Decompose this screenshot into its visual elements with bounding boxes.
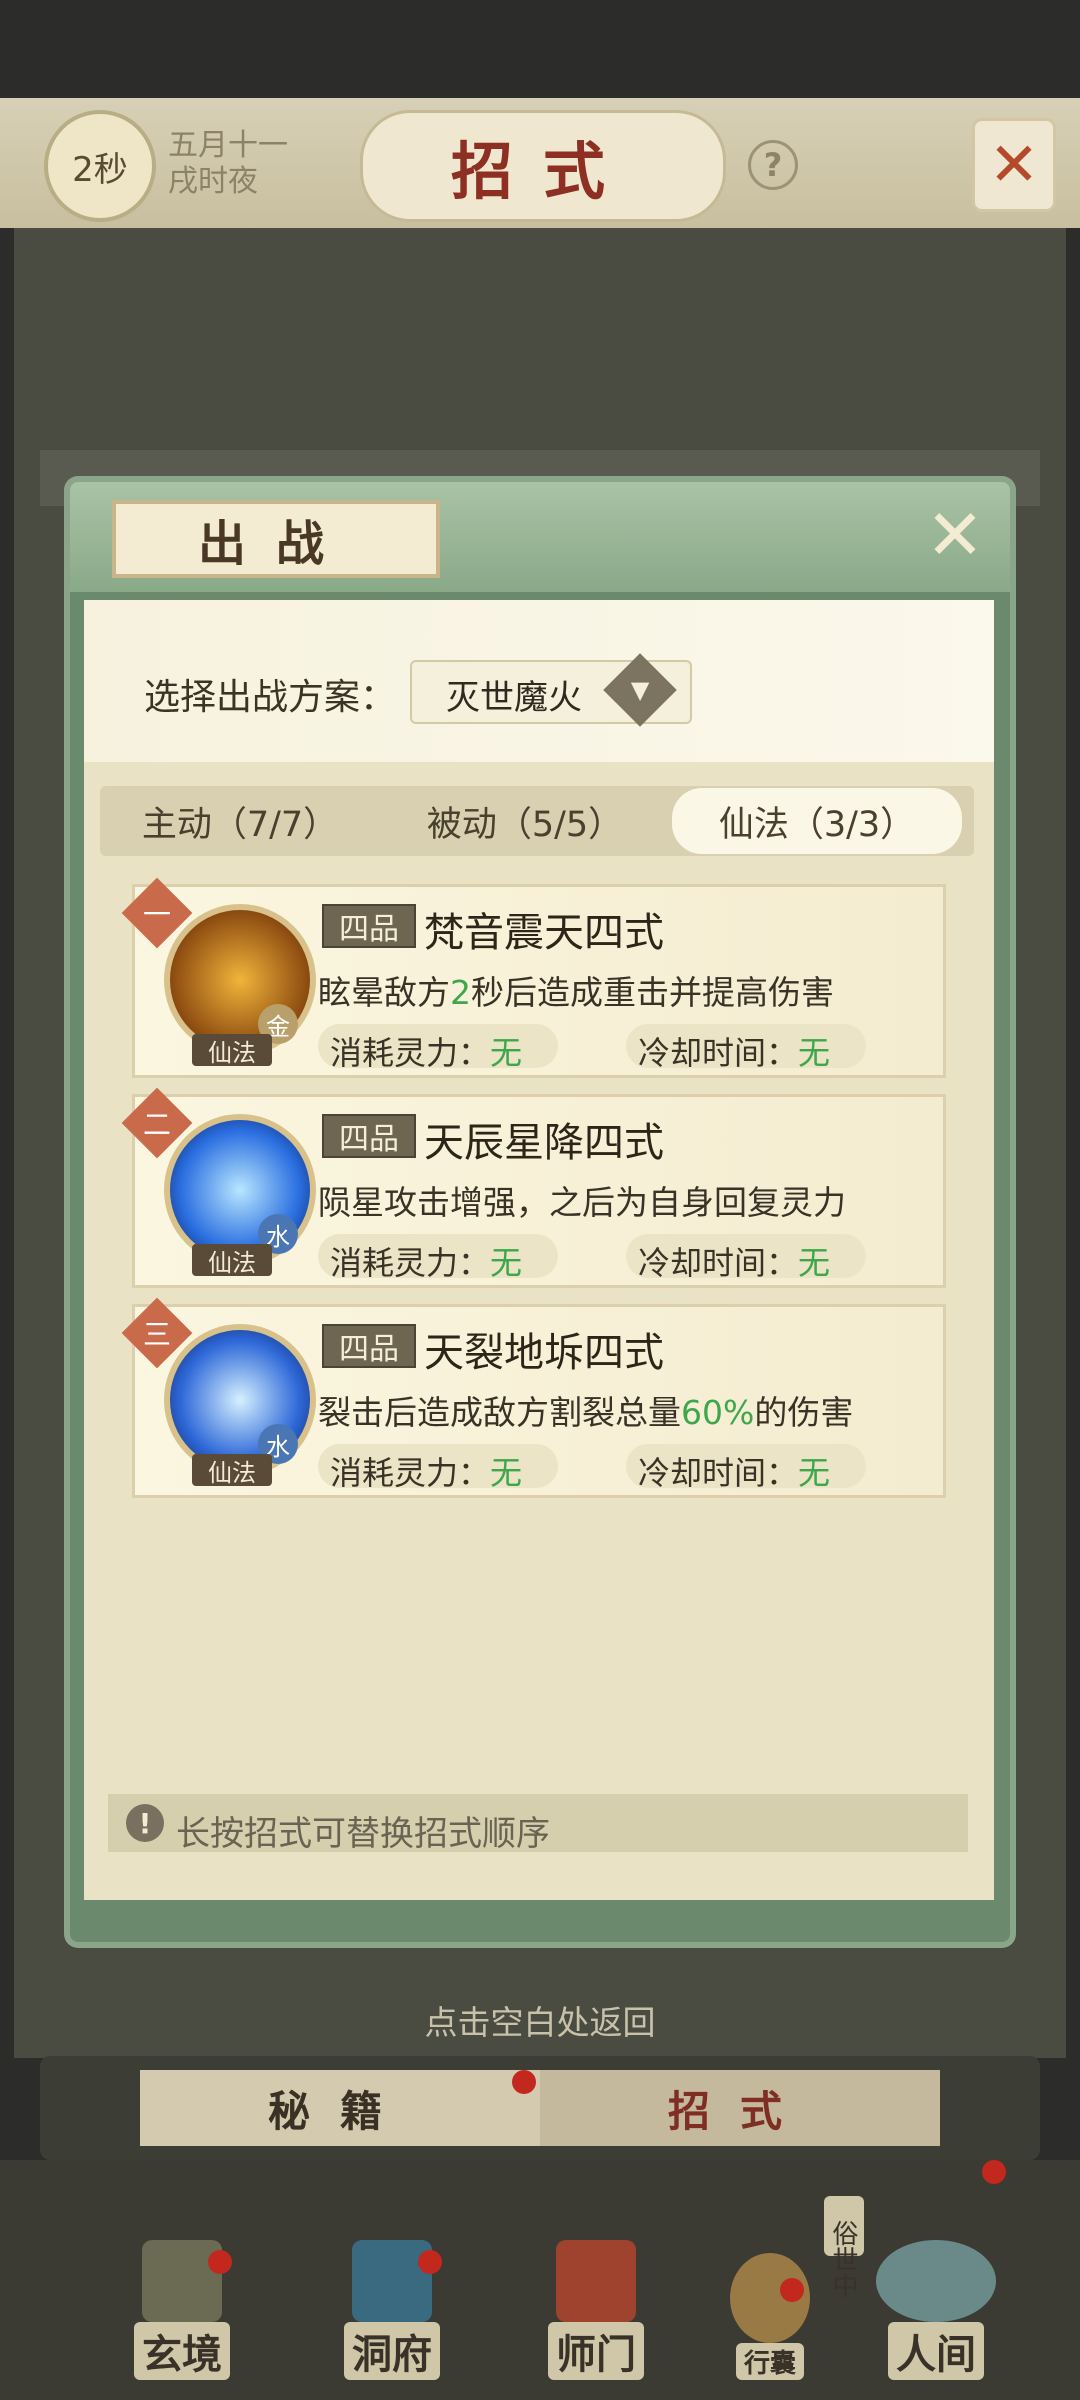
skill-name: 天裂地坼四式 [424,1330,664,1376]
skill-description: 裂击后造成敌方割裂总量60%的伤害 [318,1393,854,1432]
tip-text: 长按招式可替换招式顺序 [176,1814,550,1854]
cooldown-stat: 冷却时间：无 [638,1454,831,1492]
vertical-label: 俗世中 [828,2220,858,2298]
skill-description: 眩晕敌方2秒后造成重击并提高伤害 [318,973,834,1012]
tab-immortal-arts[interactable]: 仙法（3/3） [672,790,962,852]
nav-item-shimen[interactable]: 师门 [526,2240,666,2380]
notification-dot [780,2278,804,2302]
skill-grade: 四品 [322,904,416,948]
cooldown-stat: 冷却时间：无 [638,1244,831,1282]
cost-stat: 消耗灵力：无 [330,1454,523,1492]
modal-close-icon[interactable]: ✕ [920,494,990,576]
mountain-icon [876,2240,996,2322]
skill-name: 天辰星降四式 [424,1120,664,1166]
skill-name: 梵音震天四式 [424,910,664,956]
rank-number: 三 [142,1318,171,1351]
rank-number: 一 [142,898,171,931]
notification-dot [208,2250,232,2274]
page-title: 招式 [360,110,726,222]
plan-label: 选择出战方案： [144,677,397,718]
skill-type-tag: 仙法 [192,1454,272,1487]
skill-type-tag: 仙法 [192,1244,272,1277]
close-icon[interactable]: ✕ [972,118,1056,212]
cost-stat: 消耗灵力：无 [330,1034,523,1072]
notification-dot [512,2070,536,2094]
skill-description: 陨星攻击增强，之后为自身回复灵力 [318,1183,846,1222]
tab-active-skills[interactable]: 主动（7/7） [110,790,370,852]
skill-grade: 四品 [322,1114,416,1158]
nav-item-renjian[interactable]: 人间 [866,2240,1006,2380]
exclamation-icon: ! [126,1804,164,1842]
tab-moves[interactable]: 招式 [540,2070,940,2146]
plan-dropdown-value[interactable]: 灭世魔火 [446,670,582,719]
cooldown-stat: 冷却时间：无 [638,1034,831,1072]
timer-badge: 2秒 [44,110,156,222]
return-hint: 点击空白处返回 [424,2003,656,2042]
skill-type-tag: 仙法 [192,1034,272,1067]
modal-title: 出战 [112,500,440,578]
notification-dot [418,2250,442,2274]
pavilion-icon [352,2240,432,2322]
nav-item-xingnang[interactable]: 行囊 [700,2240,840,2380]
rank-number: 二 [142,1108,171,1141]
banner-icon [556,2240,636,2322]
help-icon[interactable]: ? [748,140,798,190]
scroll-icon [142,2240,222,2322]
cost-stat: 消耗灵力：无 [330,1244,523,1282]
tab-passive-skills[interactable]: 被动（5/5） [390,790,660,852]
tab-secret-manual[interactable]: 秘籍 [140,2070,540,2146]
notification-dot [982,2160,1006,2184]
skill-grade: 四品 [322,1324,416,1368]
date-line-2: 戌时夜 [168,164,258,199]
